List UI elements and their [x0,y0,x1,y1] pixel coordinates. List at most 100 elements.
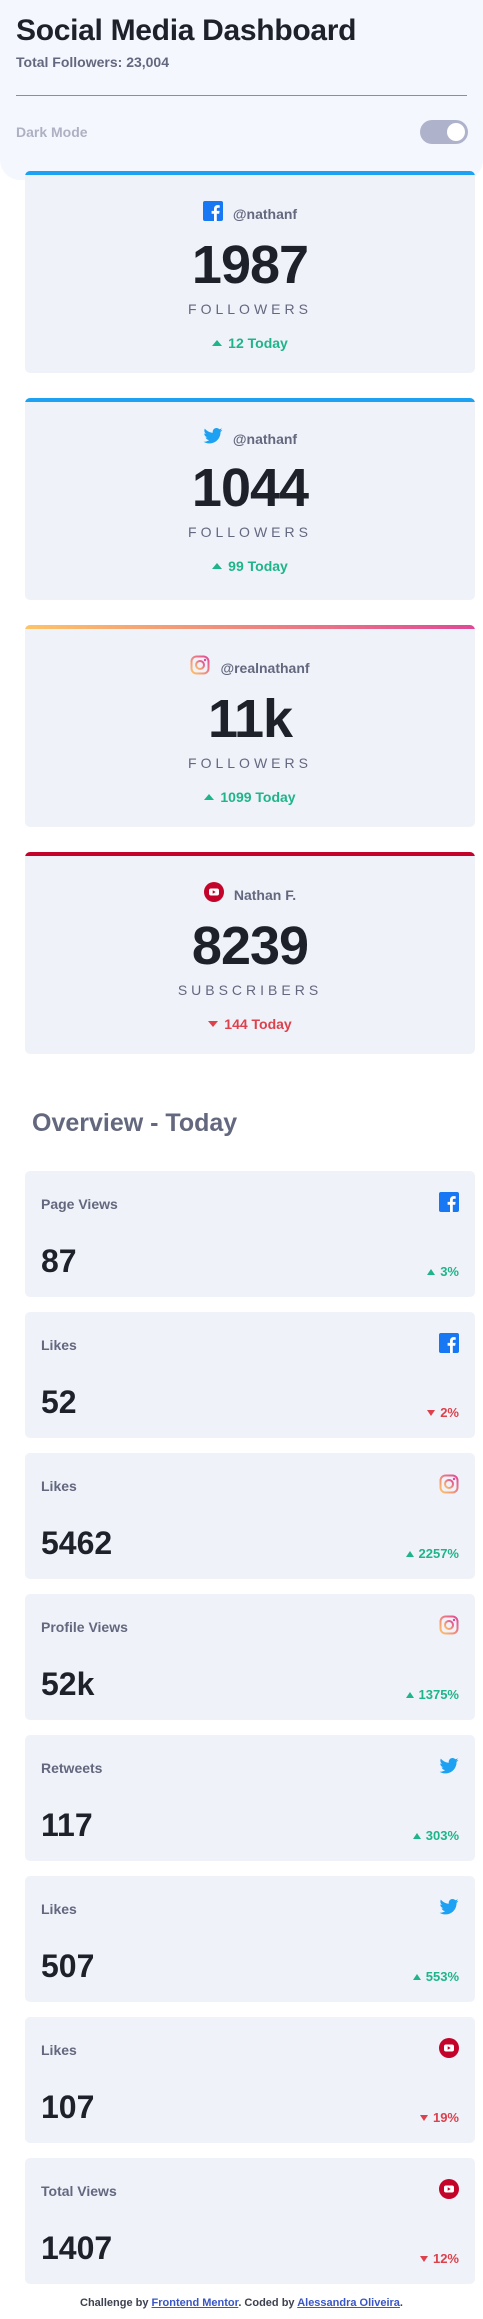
overview-change: 553% [412,1969,459,1984]
overview-change-text: 12% [432,2251,459,2266]
instagram-icon [439,1474,459,1499]
overview-change-text: 19% [432,2110,459,2125]
overview-card[interactable]: Retweets 117 303% [25,1735,475,1861]
overview-label: Total Views [41,2183,117,2199]
today-change: 1099 Today [25,789,475,805]
count-unit: FOLLOWERS [188,301,312,318]
arrow-down-icon [427,1409,436,1416]
overview-title: Overview - Today [32,1109,238,1137]
follower-count: 8239 [191,916,309,976]
overview-change-text: 3% [440,1264,459,1279]
account-handle: Nathan F. [233,886,297,903]
arrow-up-icon [427,1268,436,1275]
overview-change-text: 2257% [418,1546,459,1561]
overview-change-text: 553% [425,1969,459,1984]
overview-card[interactable]: Total Views 1407 12% [25,2158,475,2284]
follower-card-facebook[interactable]: @nathanf 1987 FOLLOWERS 12 Today [25,171,475,373]
overview-card[interactable]: Page Views 87 3% [25,1171,475,1297]
overview-value: 52 [41,1384,77,1420]
facebook-icon [202,201,223,226]
overview-card[interactable]: Likes 107 19% [25,2017,475,2143]
follower-card-twitter[interactable]: @nathanf 1044 FOLLOWERS 99 Today [25,398,475,600]
toggle-knob[interactable] [447,123,465,141]
facebook-icon [439,1332,459,1358]
arrow-up-icon [204,794,215,801]
twitter-icon [439,1757,459,1779]
dark-mode-label: Dark Mode [16,124,88,140]
overview-label: Page Views [41,1196,118,1212]
overview-value: 507 [41,1948,95,1984]
overview-change-text: 2% [440,1405,459,1420]
facebook-icon [439,1191,459,1217]
arrow-down-icon [208,1021,219,1028]
overview-label: Profile Views [41,1619,128,1635]
arrow-up-icon [212,563,223,570]
count-unit: FOLLOWERS [188,755,312,772]
instagram-icon [190,655,210,680]
overview-value: 107 [41,2089,95,2125]
count-unit: FOLLOWERS [188,524,312,541]
card-top-bar [25,625,475,629]
follower-count: 1044 [191,458,309,518]
author-link[interactable]: Alessandra Oliveira [297,2297,400,2309]
overview-change: 3% [427,1264,459,1279]
footer: Challenge by Frontend Mentor. Coded by A… [0,2297,483,2309]
follower-cards: @nathanf 1987 FOLLOWERS 12 Today @nathanf 104… [0,171,483,1054]
handle-row: @nathanf [25,428,475,449]
footer-prefix: Challenge by [80,2297,152,2309]
frontend-mentor-link[interactable]: Frontend Mentor [152,2297,239,2309]
arrow-down-icon [419,2114,428,2121]
overview-card[interactable]: Likes 52 2% [25,1312,475,1438]
overview-value: 52k [41,1666,95,1702]
overview-card[interactable]: Likes 5462 2257% [25,1453,475,1579]
overview-value: 1407 [41,2230,113,2266]
page-title: Social Media Dashboard [16,14,357,47]
card-top-bar [25,171,475,175]
overview-card[interactable]: Likes 507 553% [25,1876,475,2002]
footer-middle: . Coded by [238,2297,298,2309]
youtube-icon [203,882,224,907]
account-handle: @realnathanf [220,659,310,676]
footer-suffix: . [399,2297,403,2309]
dashboard-header: Social Media Dashboard Total Followers: … [0,0,483,144]
handle-row: Nathan F. [25,882,475,907]
follower-count: 1987 [191,235,309,295]
twitter-icon [439,1898,459,1920]
divider [16,95,467,96]
overview-change: 19% [419,2110,459,2125]
overview-change: 1375% [405,1687,459,1702]
today-change-text: 12 Today [228,335,288,352]
youtube-icon [439,2178,459,2204]
overview-label: Likes [41,1478,77,1494]
overview-change: 303% [412,1828,459,1843]
account-handle: @nathanf [232,205,298,222]
card-top-bar [25,398,475,402]
follower-card-youtube[interactable]: Nathan F. 8239 SUBSCRIBERS 144 Today [25,852,475,1054]
arrow-down-icon [419,2255,428,2262]
today-change: 12 Today [25,335,475,351]
arrow-up-icon [405,1550,414,1557]
dark-mode-row: Dark Mode [16,120,468,144]
overview-change: 2257% [405,1546,459,1561]
overview-value: 5462 [41,1525,113,1561]
today-change-text: 144 Today [224,1016,292,1033]
today-change: 144 Today [25,1016,475,1032]
overview-label: Likes [41,1337,77,1353]
today-change: 99 Today [25,558,475,574]
overview-value: 87 [41,1243,77,1279]
follower-count: 11k [207,689,293,749]
dark-mode-toggle[interactable] [420,120,468,144]
youtube-icon [439,2037,459,2063]
follower-card-instagram[interactable]: @realnathanf 11k FOLLOWERS 1099 Today [25,625,475,827]
overview-change: 2% [427,1405,459,1420]
today-change-text: 1099 Today [220,789,296,806]
overview-label: Retweets [41,1760,103,1776]
count-unit: SUBSCRIBERS [177,982,323,999]
overview-change-text: 303% [425,1828,459,1843]
handle-row: @realnathanf [25,655,475,680]
arrow-up-icon [405,1691,414,1698]
total-followers: Total Followers: 23,004 [16,54,170,70]
overview-card[interactable]: Profile Views 52k 1375% [25,1594,475,1720]
arrow-up-icon [412,1832,421,1839]
overview-label: Likes [41,1901,77,1917]
